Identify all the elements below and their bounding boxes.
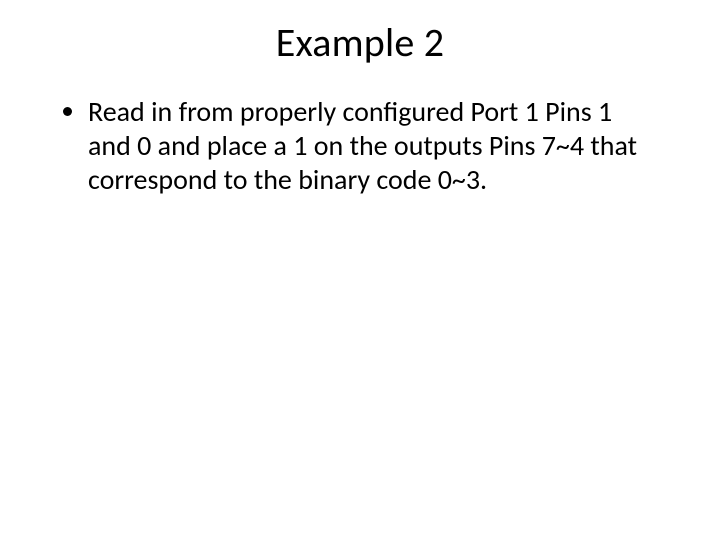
bullet-list: Read in from properly configured Port 1 … [60,95,660,197]
slide: Example 2 Read in from properly configur… [0,0,720,540]
list-item: Read in from properly configured Port 1 … [88,95,660,197]
slide-title: Example 2 [60,18,660,67]
